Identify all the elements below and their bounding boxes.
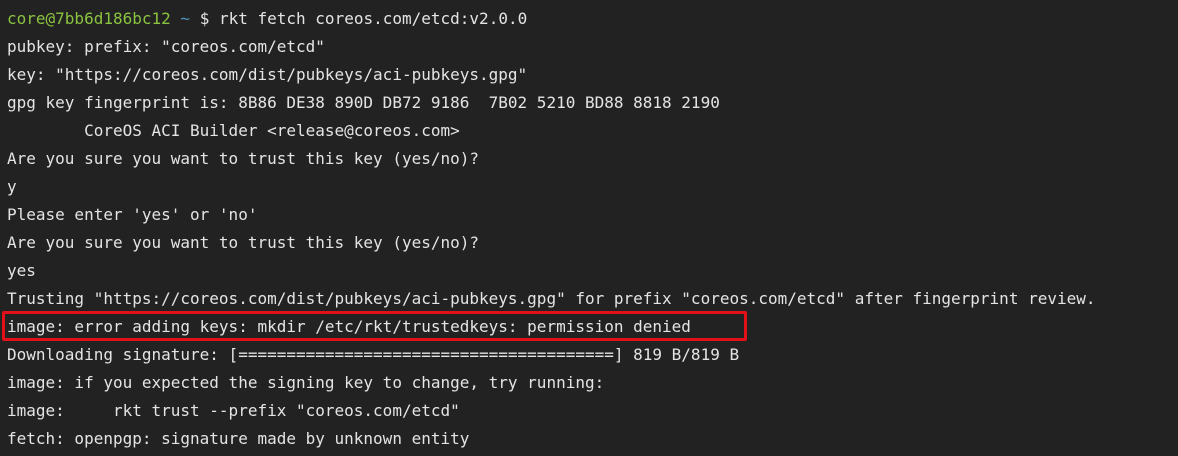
- error-highlight-box: [2, 311, 747, 341]
- output-line: gpg key fingerprint is: 8B86 DE38 890D D…: [7, 93, 720, 112]
- output-line: Trusting "https://coreos.com/dist/pubkey…: [7, 289, 1096, 308]
- prompt-path: ~: [180, 9, 191, 28]
- output-line: Are you sure you want to trust this key …: [7, 233, 480, 252]
- output-line: Downloading signature: [================…: [7, 345, 740, 364]
- output-line: pubkey: prefix: "coreos.com/etcd": [7, 37, 325, 56]
- output-line: CoreOS ACI Builder <release@coreos.com>: [7, 121, 460, 140]
- prompt-symbol: $: [199, 9, 210, 28]
- output-line: key: "https://coreos.com/dist/pubkeys/ac…: [7, 65, 528, 84]
- command-prompt-line: core@7bb6d186bc12 ~ $ rkt fetch coreos.c…: [7, 5, 1178, 33]
- output-line: y: [7, 177, 17, 196]
- prompt-user-host: core@7bb6d186bc12: [7, 9, 171, 28]
- output-line: image: if you expected the signing key t…: [7, 373, 605, 392]
- output-line: Are you sure you want to trust this key …: [7, 149, 480, 168]
- output-line: image: rkt trust --prefix "coreos.com/et…: [7, 401, 460, 420]
- output-line: fetch: openpgp: signature made by unknow…: [7, 429, 470, 448]
- terminal-window[interactable]: core@7bb6d186bc12 ~ $ rkt fetch coreos.c…: [0, 0, 1178, 456]
- output-line: Please enter 'yes' or 'no': [7, 205, 258, 224]
- prompt-command: rkt fetch coreos.com/etcd:v2.0.0: [218, 9, 528, 28]
- output-line: yes: [7, 261, 36, 280]
